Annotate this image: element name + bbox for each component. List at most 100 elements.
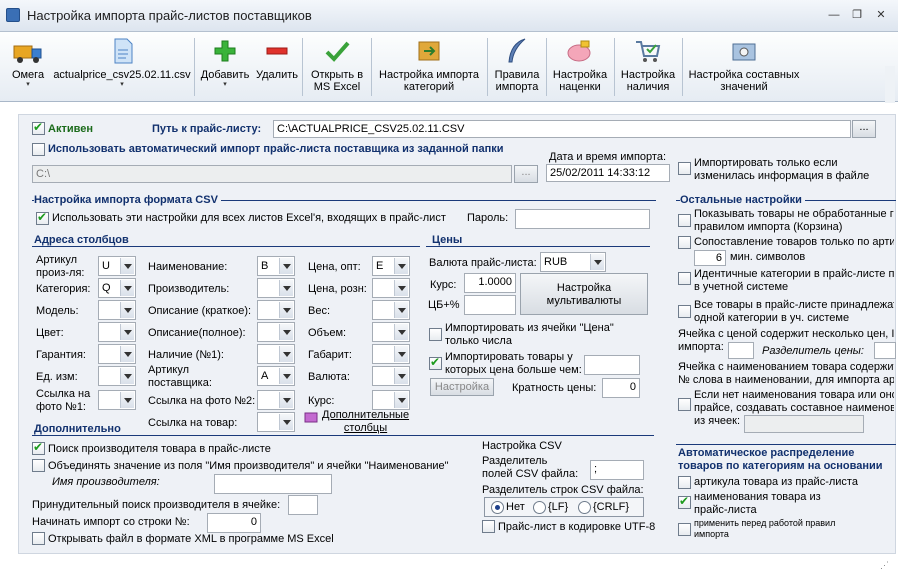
auto-item-2-checkbox[interactable] (678, 523, 691, 536)
other-item-4-checkbox[interactable] (678, 398, 691, 411)
multicurrency-button[interactable]: Настройка мультивалюты (520, 273, 648, 315)
other-item-2-checkbox[interactable] (678, 272, 691, 285)
column-col2-select-0[interactable]: B (257, 256, 295, 276)
chevron-down-icon (279, 302, 293, 318)
column-col1-select-6[interactable] (98, 390, 136, 410)
price-gt-checkbox[interactable] (429, 355, 442, 370)
close-button[interactable]: ✕ (873, 8, 889, 22)
rate-input[interactable]: 1.0000 (464, 273, 516, 293)
column-col3-select-3[interactable] (372, 322, 410, 342)
toolbar-import-rules[interactable]: Правила импорта (489, 34, 545, 100)
toolbar-markup[interactable]: Настройка наценки (548, 34, 612, 100)
column-col2-label-3: Описание(полное): (148, 327, 246, 339)
toolbar-composite[interactable]: Настройка составных значений (684, 34, 804, 100)
row-sep-none-radio[interactable] (491, 501, 504, 514)
toolbar-file[interactable]: actualprice_csv25.02.11.csv ▾ (52, 34, 192, 100)
column-col2-label-6: Ссылка на фото №2: (148, 395, 256, 407)
name-word-label: Ячейка с наименованием товара содержит №… (678, 361, 894, 386)
columns-section-title: Адреса столбцов (34, 234, 129, 246)
column-col3-select-1[interactable] (372, 278, 410, 298)
min-chars-input[interactable]: 6 (694, 250, 726, 266)
column-col3-select-5[interactable] (372, 366, 410, 386)
price-gt-input[interactable] (584, 355, 640, 375)
multiplicity-input[interactable]: 0 (602, 378, 640, 398)
active-checkbox[interactable] (32, 120, 45, 135)
start-row-input[interactable]: 0 (207, 513, 261, 533)
toolbar-stock[interactable]: Настройка наличия (616, 34, 680, 100)
search-mfr-checkbox[interactable] (32, 440, 45, 455)
minimize-button[interactable]: — (826, 8, 842, 22)
plus-icon (214, 40, 236, 62)
currency-select[interactable]: RUB (540, 252, 606, 272)
truck-icon (13, 45, 42, 63)
from-price-checkbox[interactable] (429, 328, 442, 341)
auto-item-0-checkbox[interactable] (678, 476, 691, 489)
auto-folder-browse-button[interactable]: ... (514, 165, 538, 183)
xml-checkbox[interactable] (32, 532, 45, 545)
column-col2-select-6[interactable] (257, 390, 295, 410)
column-col1-select-1[interactable]: Q (98, 278, 136, 298)
password-input[interactable] (515, 209, 650, 229)
auto-item-1-checkbox[interactable] (678, 494, 691, 509)
column-col1-select-4[interactable] (98, 344, 136, 364)
restore-button[interactable]: ❐ (849, 8, 865, 22)
column-col1-select-3[interactable] (98, 322, 136, 342)
column-col3-select-2[interactable] (372, 300, 410, 320)
row-sep-lf-radio[interactable] (533, 501, 546, 514)
extra-section-title: Дополнительно (34, 423, 121, 435)
toolbar-separator (302, 38, 303, 96)
column-value: A (261, 370, 269, 382)
other-item-3-checkbox[interactable] (678, 305, 691, 318)
extra-columns-link[interactable]: Дополнительные столбцы (322, 409, 409, 435)
column-col3-select-6[interactable] (372, 390, 410, 410)
column-col3-select-4[interactable] (372, 344, 410, 364)
utf8-checkbox[interactable] (482, 520, 495, 533)
toolbar-delete[interactable]: Удалить (254, 34, 300, 100)
chevron-down-icon (279, 392, 293, 408)
only-changed-checkbox[interactable] (678, 162, 691, 175)
cb-input[interactable] (464, 295, 516, 315)
forced-search-input[interactable] (288, 495, 318, 515)
merge-checkbox[interactable] (32, 459, 45, 472)
field-sep-input[interactable]: ; (590, 460, 644, 480)
column-col1-label-0: Артикул произ-ля: (36, 254, 85, 279)
toolbar-open-excel-label: Открыть в MS Excel (310, 69, 364, 93)
column-col2-select-2[interactable] (257, 300, 295, 320)
column-col2-select-7[interactable] (257, 412, 295, 432)
toolbar-category-import[interactable]: Настройка импорта категорий (373, 34, 485, 100)
date-input[interactable]: 25/02/2011 14:33:12 (546, 164, 670, 182)
other-item-0-checkbox[interactable] (678, 214, 691, 227)
column-col2-select-3[interactable] (257, 322, 295, 342)
price-sep-input[interactable] (874, 342, 896, 359)
column-col1-select-2[interactable] (98, 300, 136, 320)
column-col2-select-4[interactable] (257, 344, 295, 364)
file-icon (114, 38, 133, 64)
column-col2-label-4: Наличие (№1): (148, 349, 224, 361)
price-setup-button[interactable]: Настройка (430, 378, 494, 396)
prices-section-title: Цены (432, 234, 463, 246)
chevron-down-icon (590, 254, 604, 270)
column-col1-select-5[interactable] (98, 366, 136, 386)
toolbar-open-excel[interactable]: Открыть в MS Excel (305, 34, 369, 100)
column-col1-select-0[interactable]: U (98, 256, 136, 276)
name-word-input[interactable] (744, 415, 864, 433)
row-sep-crlf-radio[interactable] (578, 501, 591, 514)
auto-import-checkbox[interactable] (32, 143, 45, 156)
chevron-down-icon (279, 258, 293, 274)
row-sep-lf-label: {LF} (548, 501, 569, 513)
toolbar-omega[interactable]: Омега ▾ (6, 34, 50, 100)
column-col2-select-5[interactable]: A (257, 366, 295, 386)
multi-price-input[interactable] (728, 342, 754, 359)
toolbar-separator (371, 38, 372, 96)
resize-grip-icon[interactable]: ⋰ (880, 560, 894, 574)
mfr-name-input[interactable] (214, 474, 332, 494)
other-item-1-checkbox[interactable] (678, 236, 691, 249)
browse-button[interactable]: ... (852, 120, 876, 138)
path-input[interactable]: C:\ACTUALPRICE_CSV25.02.11.CSV (273, 120, 851, 138)
column-col2-select-1[interactable] (257, 278, 295, 298)
column-col1-label-5: Ед. изм: (36, 371, 78, 383)
column-col3-select-0[interactable]: E (372, 256, 410, 276)
auto-folder-input[interactable]: C:\ (32, 165, 512, 183)
toolbar-add[interactable]: Добавить ▾ (197, 34, 253, 100)
use-all-checkbox[interactable] (36, 210, 49, 225)
